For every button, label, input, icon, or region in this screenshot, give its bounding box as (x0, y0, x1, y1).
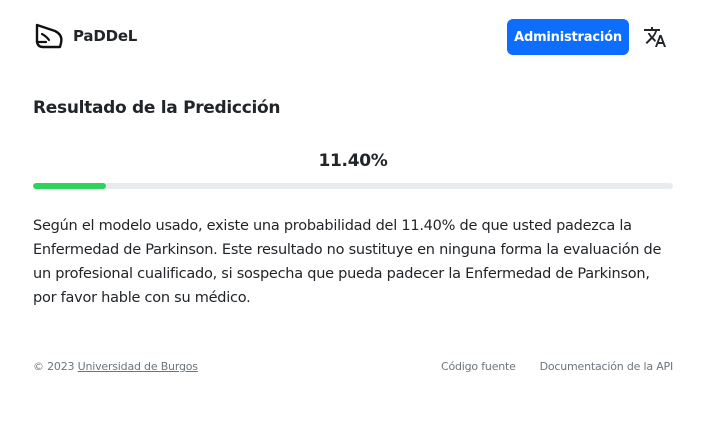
paddel-logo-icon (35, 23, 63, 49)
brand-link[interactable]: PaDDeL (33, 21, 137, 53)
admin-button[interactable]: Administración (507, 19, 629, 55)
language-selector[interactable] (643, 25, 667, 49)
result-explanation: Según el modelo usado, existe una probab… (33, 218, 662, 306)
probability-progress-fill (33, 183, 106, 189)
copyright: © 2023 Universidad de Burgos (33, 360, 198, 373)
page-title: Resultado de la Predicción (33, 98, 281, 118)
university-link[interactable]: Universidad de Burgos (78, 360, 198, 373)
source-code-link[interactable]: Código fuente (441, 360, 516, 373)
footer: © 2023 Universidad de Burgos Código fuen… (33, 358, 673, 378)
brand-name: PaDDeL (73, 27, 138, 45)
probability-progress-bar (33, 183, 673, 189)
translate-icon (644, 27, 666, 47)
api-docs-link[interactable]: Documentación de la API (540, 360, 674, 373)
probability-label: 11.40% (318, 151, 388, 171)
navbar: PaDDeL Administración (0, 0, 710, 74)
copyright-prefix: © 2023 (33, 360, 78, 373)
